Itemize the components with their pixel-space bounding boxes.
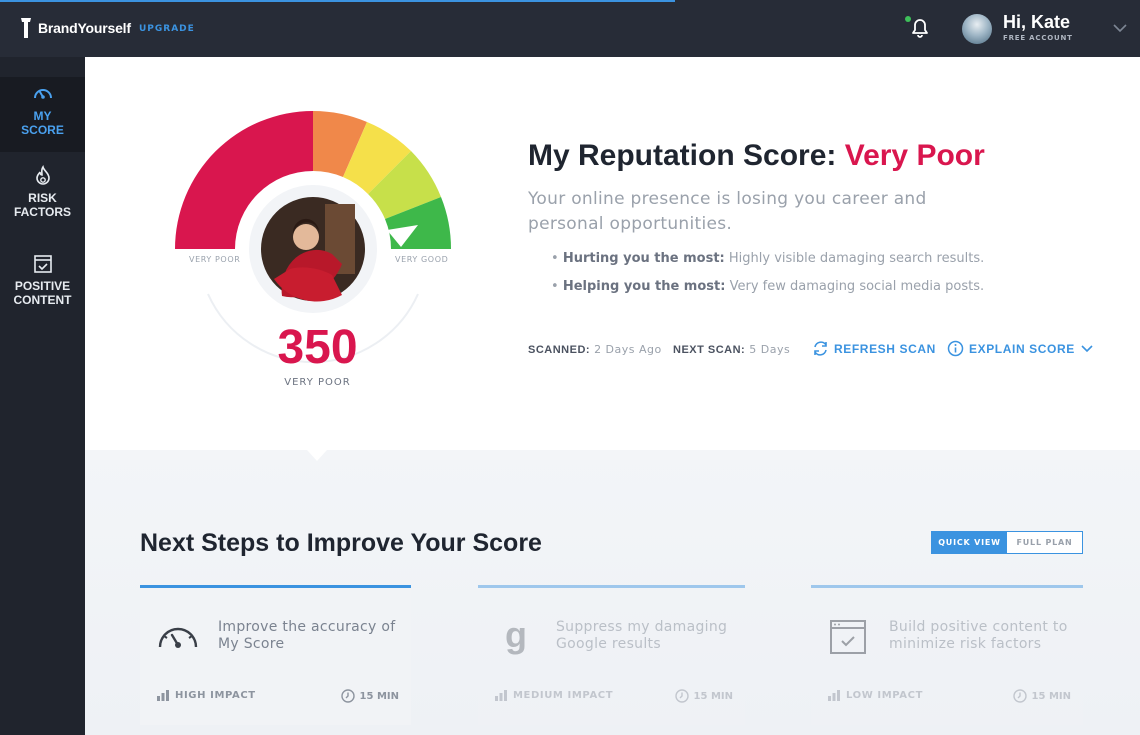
impact-level: HIGH IMPACT [156, 689, 256, 701]
card-accent [478, 585, 745, 588]
section-notch [297, 439, 337, 461]
impact-level: MEDIUM IMPACT [494, 689, 613, 701]
chevron-down-icon [1081, 344, 1093, 352]
refresh-scan-label: REFRESH SCAN [834, 341, 936, 356]
next-steps-title: Next Steps to Improve Your Score [140, 529, 542, 557]
score-caption: VERY POOR [284, 377, 351, 388]
gauge-min-label: VERY POOR [189, 255, 241, 264]
view-toggle: QUICK VIEW FULL PLAN [931, 531, 1083, 554]
refresh-icon [814, 341, 827, 356]
clock-icon [340, 689, 355, 703]
page-title: My Reputation Score: Very Poor [528, 139, 985, 173]
step-text: Improve the accuracy of My Score [218, 619, 396, 652]
sidebar: MY SCORE RISK FACTORS POSITIVE CONTENT [0, 57, 85, 735]
explain-score-button[interactable]: EXPLAIN SCORE [947, 340, 1094, 357]
card-accent [811, 585, 1083, 588]
impact-label: HIGH IMPACT [175, 689, 256, 701]
quick-view-button[interactable]: QUICK VIEW [932, 532, 1007, 553]
progress-accent-line [0, 0, 675, 2]
duration: 15 MIN [1012, 689, 1071, 703]
impact-level: LOW IMPACT [827, 689, 923, 701]
impact-label: MEDIUM IMPACT [513, 689, 614, 701]
next-scan-value: 5 Days [749, 343, 791, 356]
sidebar-item-risk-factors[interactable]: RISK FACTORS [0, 165, 85, 230]
brand-name: BrandYourself [38, 20, 131, 36]
duration: 15 MIN [340, 689, 399, 703]
brand-logo[interactable]: BrandYourself [18, 16, 131, 40]
step-card[interactable]: g Suppress my damaging Google results ME… [478, 585, 745, 725]
speedometer-icon [158, 627, 198, 648]
flame-icon [35, 165, 50, 185]
upgrade-link[interactable]: UPGRADE [139, 24, 195, 34]
chevron-down-icon[interactable] [1112, 22, 1128, 34]
score-rating: Very Poor [844, 139, 985, 172]
impact-label: LOW IMPACT [846, 689, 924, 701]
sidebar-item-my-score[interactable]: MY SCORE [0, 77, 85, 152]
bar-chart-icon [157, 690, 169, 701]
scanned-value: 2 Days Ago [594, 343, 662, 356]
sidebar-item-label: RISK FACTORS [13, 191, 72, 219]
score-summary: Your online presence is losing you caree… [528, 189, 927, 234]
card-accent [140, 585, 411, 588]
helping-label: Helping you the most: [562, 279, 726, 294]
step-text: Suppress my damaging Google results [556, 619, 728, 652]
bar-chart-icon [828, 690, 840, 701]
user-greeting[interactable]: Hi, Kate [1003, 12, 1070, 33]
sidebar-item-positive-content[interactable]: POSITIVE CONTENT [0, 253, 85, 318]
calendar-check-icon [33, 255, 52, 273]
duration-label: 15 MIN [1031, 690, 1071, 702]
next-scan-info: NEXT SCAN: 5 Days [673, 343, 790, 356]
explain-score-label: EXPLAIN SCORE [969, 341, 1075, 356]
bell-icon[interactable] [906, 14, 934, 42]
main-panel: VERY POOR VERY GOOD 350 VERY POOR My Rep… [85, 57, 1140, 735]
refresh-scan-button[interactable]: REFRESH SCAN [812, 340, 936, 357]
helping-bullet: • Helping you the most: Very few damagin… [551, 279, 985, 294]
clock-icon [674, 689, 689, 703]
gauge-icon [33, 89, 52, 99]
svg-text:g: g [505, 619, 527, 655]
title-prefix: My Reputation Score: [528, 139, 837, 172]
sidebar-item-label: POSITIVE CONTENT [13, 279, 72, 307]
clock-icon [1012, 689, 1027, 703]
account-type: FREE ACCOUNT [1003, 34, 1073, 42]
hurting-text: Highly visible damaging search results. [728, 251, 985, 266]
bar-chart-icon [495, 690, 507, 701]
step-card[interactable]: Build positive content to minimize risk … [811, 585, 1083, 725]
user-avatar[interactable] [962, 14, 992, 44]
google-g-icon: g [505, 619, 527, 655]
hurting-bullet: • Hurting you the most: Highly visible d… [551, 251, 985, 266]
duration: 15 MIN [674, 689, 733, 703]
scanned-info: SCANNED: 2 Days Ago [528, 343, 662, 356]
step-card[interactable]: Improve the accuracy of My Score HIGH IM… [140, 585, 411, 725]
score-value: 350 [277, 321, 358, 374]
duration-label: 15 MIN [359, 690, 399, 702]
sidebar-item-label: MY SCORE [21, 109, 64, 137]
hurting-label: Hurting you the most: [562, 251, 725, 266]
top-bar: BrandYourself UPGRADE Hi, Kate FREE ACCO… [0, 0, 1140, 57]
scanned-label: SCANNED: [528, 344, 591, 356]
browser-check-icon [830, 620, 866, 654]
step-text: Build positive content to minimize risk … [889, 619, 1068, 652]
info-icon [947, 340, 964, 357]
duration-label: 15 MIN [693, 690, 733, 702]
gauge-max-label: VERY GOOD [395, 255, 449, 264]
helping-text: Very few damaging social media posts. [729, 279, 985, 294]
logo-icon [21, 18, 31, 38]
next-scan-label: NEXT SCAN: [673, 344, 746, 356]
full-plan-button[interactable]: FULL PLAN [1007, 532, 1082, 553]
